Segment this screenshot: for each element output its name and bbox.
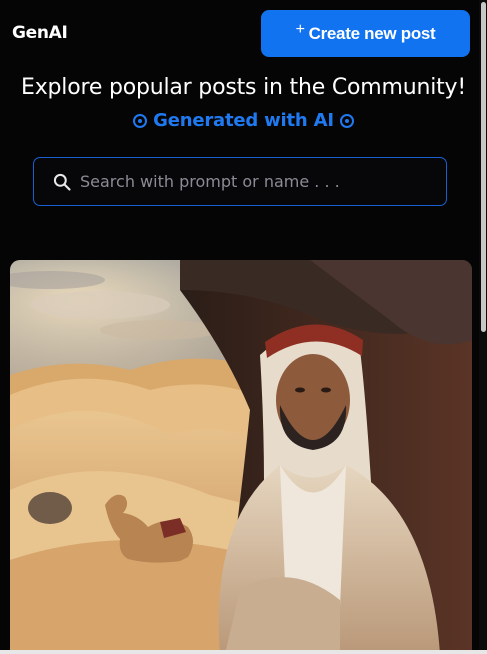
create-new-post-label: Create new post [308, 23, 436, 43]
page-title: Explore popular posts in the Community! [21, 75, 466, 100]
search-icon [53, 173, 71, 191]
page-subtitle: Generated with AI [0, 110, 487, 131]
subtitle-text: Generated with AI [153, 110, 334, 131]
sparkle-icon [339, 113, 354, 128]
top-navbar: GenAI + Create new post [0, 0, 487, 68]
app-logo[interactable]: GenAI [12, 23, 68, 43]
scrollbar-thumb[interactable] [481, 2, 486, 332]
bottom-edge [0, 650, 487, 654]
post-card[interactable] [10, 260, 472, 654]
create-new-post-button[interactable]: + Create new post [261, 10, 470, 57]
app-frame: GenAI + Create new post Explore popular … [0, 0, 487, 654]
sparkle-icon [133, 113, 148, 128]
search-input[interactable] [80, 172, 420, 191]
search-bar[interactable] [33, 157, 447, 206]
post-image[interactable] [10, 260, 472, 654]
page-scrollbar[interactable] [479, 0, 487, 654]
plus-icon: + [295, 20, 305, 38]
